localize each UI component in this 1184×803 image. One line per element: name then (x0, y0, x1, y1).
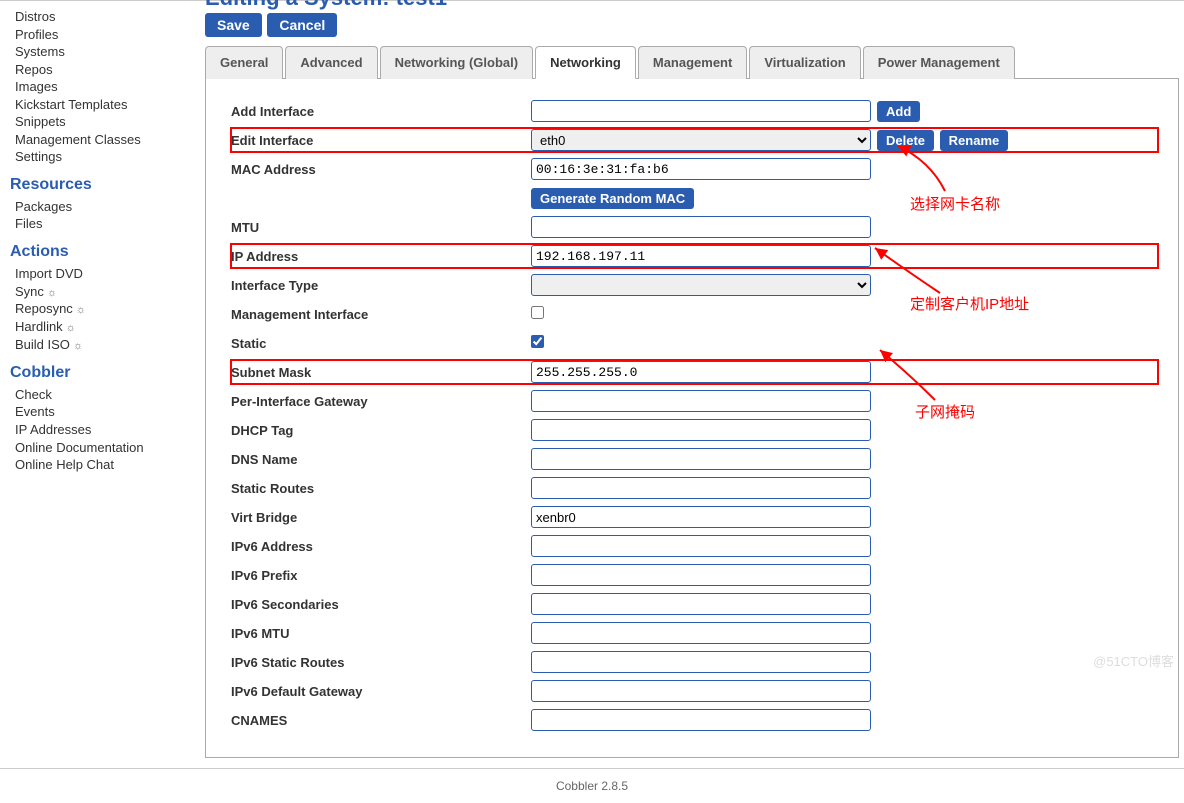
dns-name-input[interactable] (531, 448, 871, 470)
mac-address-input[interactable] (531, 158, 871, 180)
sidebar-item-repos[interactable]: Repos (15, 61, 200, 79)
sidebar-item-import-dvd[interactable]: Import DVD (15, 265, 200, 283)
sidebar-item-kickstart-templates[interactable]: Kickstart Templates (15, 96, 200, 114)
generate-random-mac-button[interactable]: Generate Random MAC (531, 188, 694, 209)
per-interface-gateway-label: Per-Interface Gateway (231, 394, 531, 409)
virt-bridge-label: Virt Bridge (231, 510, 531, 525)
sidebar-item-settings[interactable]: Settings (15, 148, 200, 166)
ip-address-label: IP Address (231, 249, 531, 264)
tab-networking[interactable]: Networking (535, 46, 636, 79)
sidebar-item-sync[interactable]: Sync (15, 283, 200, 301)
static-label: Static (231, 336, 531, 351)
sidebar-item-events[interactable]: Events (15, 403, 200, 421)
tab-networking-global[interactable]: Networking (Global) (380, 46, 534, 79)
virt-bridge-input[interactable] (531, 506, 871, 528)
main-content: Editing a System: test1 Save Cancel Gene… (200, 3, 1184, 758)
dns-name-label: DNS Name (231, 452, 531, 467)
ipv6-address-input[interactable] (531, 535, 871, 557)
management-interface-checkbox[interactable] (531, 306, 544, 319)
ipv6-prefix-input[interactable] (531, 564, 871, 586)
ipv6-static-routes-input[interactable] (531, 651, 871, 673)
rename-button[interactable]: Rename (940, 130, 1009, 151)
ip-address-input[interactable] (531, 245, 871, 267)
subnet-mask-row: Subnet Mask (231, 360, 1158, 384)
sidebar-item-online-documentation[interactable]: Online Documentation (15, 439, 200, 457)
ipv6-default-gateway-input[interactable] (531, 680, 871, 702)
form-area: Add Interface Add Edit Interface eth0 De… (205, 79, 1179, 758)
ip-address-row: IP Address (231, 244, 1158, 268)
sidebar-heading-actions: Actions (10, 243, 200, 261)
add-button[interactable]: Add (877, 101, 920, 122)
sidebar-heading-cobbler: Cobbler (10, 364, 200, 382)
mac-address-label: MAC Address (231, 162, 531, 177)
ipv6-secondaries-label: IPv6 Secondaries (231, 597, 531, 612)
annotation-custom-ip: 定制客户机IP地址 (910, 293, 1029, 314)
annotation-select-nic: 选择网卡名称 (910, 193, 1000, 214)
delete-button[interactable]: Delete (877, 130, 934, 151)
tab-management[interactable]: Management (638, 46, 747, 79)
cnames-input[interactable] (531, 709, 871, 731)
static-routes-input[interactable] (531, 477, 871, 499)
subnet-mask-label: Subnet Mask (231, 365, 531, 380)
edit-interface-select[interactable]: eth0 (531, 129, 871, 151)
cnames-label: CNAMES (231, 713, 531, 728)
sidebar-item-profiles[interactable]: Profiles (15, 26, 200, 44)
dhcp-tag-label: DHCP Tag (231, 423, 531, 438)
tab-power-management[interactable]: Power Management (863, 46, 1015, 79)
per-interface-gateway-input[interactable] (531, 390, 871, 412)
sidebar-item-systems[interactable]: Systems (15, 43, 200, 61)
tab-advanced[interactable]: Advanced (285, 46, 377, 79)
edit-interface-row: Edit Interface eth0 Delete Rename (231, 128, 1158, 152)
sidebar-item-check[interactable]: Check (15, 386, 200, 404)
sidebar-item-build-iso[interactable]: Build ISO (15, 336, 200, 354)
footer-version: Cobbler 2.8.5 (0, 768, 1184, 803)
mtu-label: MTU (231, 220, 531, 235)
page-title: Editing a System: test1 (205, 0, 1179, 11)
interface-type-select[interactable] (531, 274, 871, 296)
static-routes-label: Static Routes (231, 481, 531, 496)
sidebar-item-reposync[interactable]: Reposync (15, 300, 200, 318)
sidebar-item-files[interactable]: Files (15, 215, 200, 233)
sidebar-item-management-classes[interactable]: Management Classes (15, 131, 200, 149)
ipv6-mtu-input[interactable] (531, 622, 871, 644)
sidebar-item-packages[interactable]: Packages (15, 198, 200, 216)
ipv6-static-routes-label: IPv6 Static Routes (231, 655, 531, 670)
ipv6-mtu-label: IPv6 MTU (231, 626, 531, 641)
tabs: General Advanced Networking (Global) Net… (205, 45, 1179, 79)
ipv6-secondaries-input[interactable] (531, 593, 871, 615)
sidebar-item-snippets[interactable]: Snippets (15, 113, 200, 131)
edit-interface-label: Edit Interface (231, 133, 531, 148)
add-interface-input[interactable] (531, 100, 871, 122)
mtu-input[interactable] (531, 216, 871, 238)
sidebar-item-images[interactable]: Images (15, 78, 200, 96)
sidebar: Distros Profiles Systems Repos Images Ki… (0, 3, 200, 758)
sidebar-item-ip-addresses[interactable]: IP Addresses (15, 421, 200, 439)
tab-general[interactable]: General (205, 46, 283, 79)
annotation-subnet-mask: 子网掩码 (915, 401, 975, 422)
watermark: @51CTO博客 (1093, 651, 1174, 670)
dhcp-tag-input[interactable] (531, 419, 871, 441)
ipv6-address-label: IPv6 Address (231, 539, 531, 554)
save-button[interactable]: Save (205, 13, 262, 37)
tab-virtualization[interactable]: Virtualization (749, 46, 860, 79)
cancel-button[interactable]: Cancel (267, 13, 337, 37)
sidebar-item-online-help-chat[interactable]: Online Help Chat (15, 456, 200, 474)
sidebar-item-hardlink[interactable]: Hardlink (15, 318, 200, 336)
add-interface-label: Add Interface (231, 104, 531, 119)
subnet-mask-input[interactable] (531, 361, 871, 383)
sidebar-config-group: Distros Profiles Systems Repos Images Ki… (15, 8, 200, 166)
ipv6-default-gateway-label: IPv6 Default Gateway (231, 684, 531, 699)
ipv6-prefix-label: IPv6 Prefix (231, 568, 531, 583)
sidebar-item-distros[interactable]: Distros (15, 8, 200, 26)
static-checkbox[interactable] (531, 335, 544, 348)
sidebar-heading-resources: Resources (10, 176, 200, 194)
interface-type-label: Interface Type (231, 278, 531, 293)
management-interface-label: Management Interface (231, 307, 531, 322)
